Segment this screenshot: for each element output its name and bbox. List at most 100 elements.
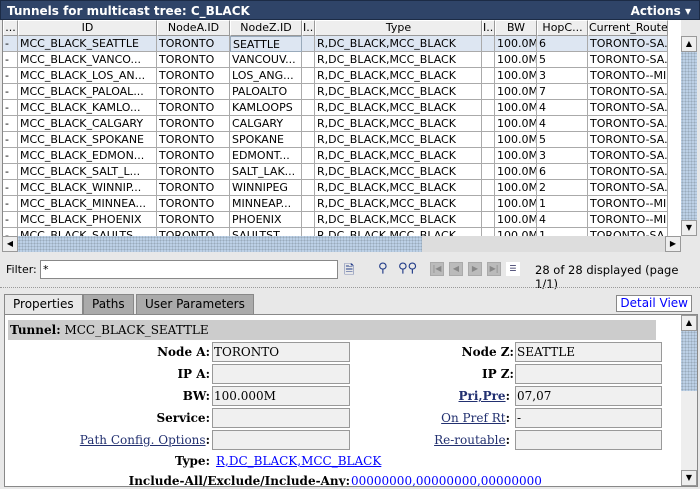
column-header[interactable]: NodeZ.ID — [230, 20, 302, 36]
node-a-label: Node A: — [157, 345, 210, 359]
table-cell — [482, 148, 495, 164]
table-row[interactable]: - MCC_BLACK_CALGARY TORONTO CALGARY R,DC_BLA… — [3, 116, 681, 132]
table-row[interactable]: - MCC_BLACK_SAULTS... TORONTO SAULTST... R,D… — [3, 228, 681, 236]
table-cell — [302, 68, 315, 84]
table-cell: MCC_BLACK_EDMON... — [18, 148, 157, 164]
column-header[interactable]: I... — [302, 20, 315, 36]
table-cell — [482, 36, 495, 52]
column-header[interactable]: Type — [315, 20, 482, 36]
table-row[interactable]: - MCC_BLACK_PALOAL... TORONTO PALOALTO R,DC_… — [3, 84, 681, 100]
table-cell — [482, 164, 495, 180]
include-link[interactable]: 00000000,00000000,00000000 — [351, 472, 542, 486]
properties-scrollbar[interactable]: ▲ ▼ — [681, 315, 697, 486]
table-cell: TORONTO — [157, 228, 230, 236]
column-header[interactable]: ID — [18, 20, 157, 36]
table-cell: MCC_BLACK_SAULTS... — [18, 228, 157, 236]
table-row[interactable]: - MCC_BLACK_SEATTLE TORONTO SEATTLE R,DC_BLA… — [3, 36, 681, 52]
re-routable-field[interactable] — [515, 430, 662, 450]
tunnel-label: Tunnel: — [10, 323, 61, 337]
scroll-right-icon[interactable]: ▶ — [665, 236, 681, 252]
last-page-icon[interactable]: ▶| — [487, 262, 501, 276]
column-header[interactable]: I... — [482, 20, 495, 36]
table-cell: SEATTLE — [230, 36, 302, 52]
ip-z-field[interactable] — [515, 364, 662, 384]
table-row[interactable]: - MCC_BLACK_KAMLO... TORONTO KAMLOOPS R,DC_B… — [3, 100, 681, 116]
table-row[interactable]: - MCC_BLACK_MINNEA... TORONTO MINNEAP... R,D… — [3, 196, 681, 212]
table-row[interactable]: - MCC_BLACK_PHOENIX TORONTO PHOENIX R,DC_BLA… — [3, 212, 681, 228]
table-row[interactable]: - MCC_BLACK_EDMON... TORONTO EDMONT... R,DC_… — [3, 148, 681, 164]
tab-user-parameters[interactable]: User Parameters — [136, 294, 254, 314]
scroll-down-icon[interactable]: ▼ — [681, 470, 697, 486]
scroll-up-icon[interactable]: ▲ — [681, 315, 697, 331]
filter-input[interactable]: * — [40, 260, 338, 279]
table-row[interactable]: - MCC_BLACK_SALT_L... TORONTO SALT_LAK... R,… — [3, 164, 681, 180]
table-cell: TORONTO — [157, 132, 230, 148]
table-cell — [482, 52, 495, 68]
table-cell: PHOENIX — [230, 212, 302, 228]
table-row[interactable]: - MCC_BLACK_SPOKANE TORONTO SPOKANE R,DC_BLA… — [3, 132, 681, 148]
type-link[interactable]: R,DC_BLACK,MCC_BLACK — [216, 452, 381, 470]
table-cell — [302, 196, 315, 212]
next-page-icon[interactable]: ▶ — [468, 262, 482, 276]
prev-page-icon[interactable]: ◀ — [449, 262, 463, 276]
scroll-down-icon[interactable]: ▼ — [681, 220, 697, 236]
table-cell: TORONTO-SA... — [588, 36, 668, 52]
table-cell: 2 — [537, 180, 588, 196]
table-cell — [302, 164, 315, 180]
list-view-icon[interactable]: ☰ — [506, 262, 520, 276]
table-cell: R,DC_BLACK,MCC_BLACK — [315, 100, 482, 116]
scroll-thumb[interactable] — [681, 331, 697, 391]
table-row[interactable]: - MCC_BLACK_WINNIP... TORONTO WINNIPEG R,DC_… — [3, 180, 681, 196]
tab-paths[interactable]: Paths — [83, 294, 134, 314]
table-cell: 100.0M — [495, 180, 537, 196]
table-cell: 100.0M — [495, 84, 537, 100]
on-pref-rt-field[interactable]: - — [515, 408, 662, 428]
ip-z-label: IP Z: — [481, 367, 514, 381]
table-cell: MCC_BLACK_LOS_AN... — [18, 68, 157, 84]
table-cell: 100.0M — [495, 68, 537, 84]
detail-view-button[interactable]: Detail View — [616, 295, 692, 312]
table-cell: TORONTO-SA... — [588, 116, 668, 132]
table-cell: 7 — [537, 84, 588, 100]
table-cell — [482, 228, 495, 236]
pri-pre-link[interactable]: Pri,Pre — [459, 389, 506, 403]
column-header[interactable]: HopC... — [537, 20, 588, 36]
scroll-left-icon[interactable]: ◀ — [2, 236, 18, 252]
tab-properties[interactable]: Properties — [4, 294, 83, 315]
table-cell: MINNEAP... — [230, 196, 302, 212]
re-routable-link[interactable]: Re-routable — [434, 433, 505, 447]
table-cell: - — [3, 36, 18, 52]
column-header[interactable]: BW — [495, 20, 537, 36]
column-header[interactable]: Current_Route — [588, 20, 668, 36]
table-cell: KAMLOOPS — [230, 100, 302, 116]
column-header[interactable]: NodeA.ID — [157, 20, 230, 36]
table-row[interactable]: - MCC_BLACK_LOS_AN... TORONTO LOS_ANG... R,D… — [3, 68, 681, 84]
on-pref-rt-link[interactable]: On Pref Rt — [441, 411, 505, 425]
search-icon[interactable]: ⚲ — [378, 261, 388, 276]
tunnels-table: ...IDNodeA.IDNodeZ.IDI...TypeI...BWHopC.… — [2, 20, 681, 236]
pri-pre-field[interactable]: 07,07 — [515, 386, 662, 406]
table-cell — [482, 196, 495, 212]
scroll-thumb[interactable] — [681, 52, 697, 220]
table-cell: - — [3, 100, 18, 116]
node-z-field[interactable]: SEATTLE — [515, 342, 662, 362]
column-header[interactable]: ... — [3, 20, 18, 36]
first-page-icon[interactable]: |◀ — [430, 262, 444, 276]
table-cell: 3 — [537, 68, 588, 84]
find-all-icon[interactable]: ⚲⚲ — [398, 261, 417, 276]
table-cell: R,DC_BLACK,MCC_BLACK — [315, 148, 482, 164]
table-header: ...IDNodeA.IDNodeZ.IDI...TypeI...BWHopC.… — [3, 20, 681, 36]
vertical-scrollbar[interactable]: ▲ ▼ — [681, 36, 697, 236]
table-cell: R,DC_BLACK,MCC_BLACK — [315, 116, 482, 132]
actions-menu[interactable]: Actions ▾ — [631, 1, 691, 21]
table-cell — [302, 148, 315, 164]
scroll-up-icon[interactable]: ▲ — [681, 36, 697, 52]
table-cell: - — [3, 228, 18, 236]
table-row[interactable]: - MCC_BLACK_VANCO... TORONTO VANCOUV... R,DC… — [3, 52, 681, 68]
split-divider[interactable] — [0, 287, 700, 290]
path-config-link[interactable]: Path Config. Options — [80, 433, 206, 447]
horizontal-scrollbar[interactable]: ◀ ▶ — [2, 236, 681, 252]
table-cell: MCC_BLACK_MINNEA... — [18, 196, 157, 212]
hscroll-thumb[interactable] — [18, 236, 422, 252]
filter-document-icon[interactable]: 🗎 — [344, 261, 354, 283]
